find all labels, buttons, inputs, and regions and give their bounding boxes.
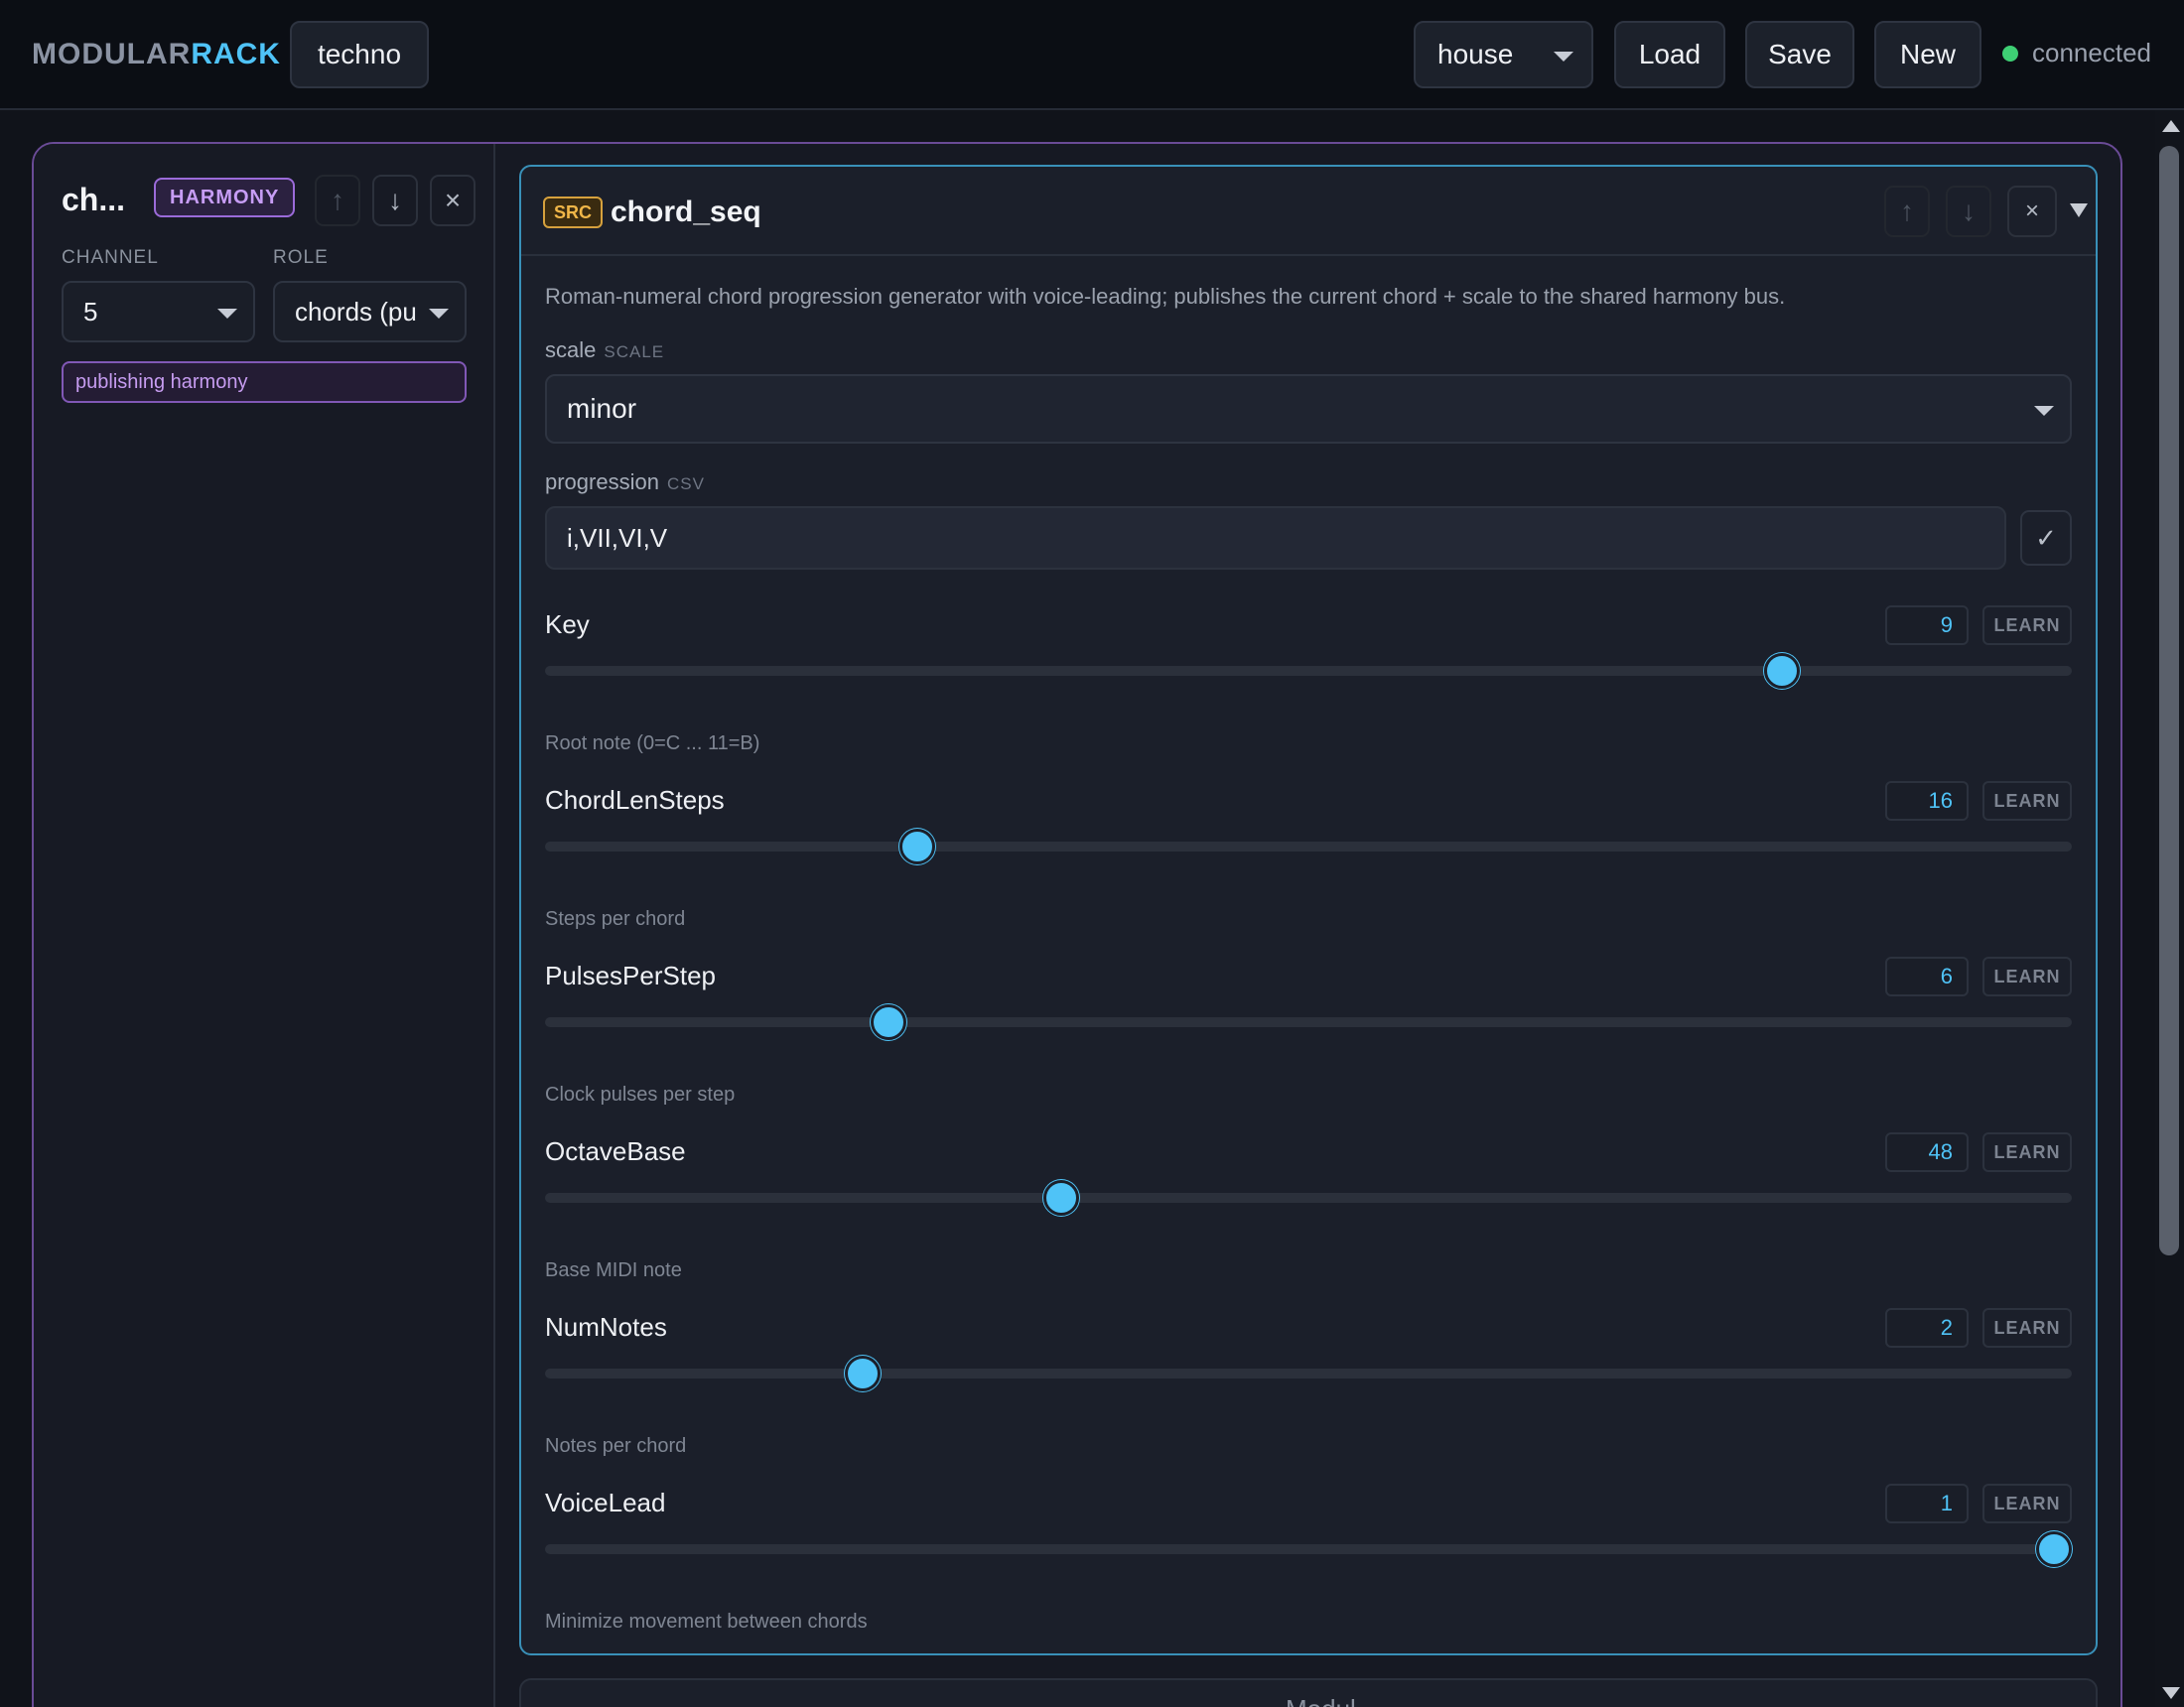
scroll-up-arrow-icon[interactable]	[2162, 120, 2180, 132]
module-title[interactable]: ch...	[62, 182, 125, 218]
scale-hint: SCALE	[604, 342, 665, 361]
next-module-card: Modul	[519, 1678, 2098, 1707]
collapse-toggle-icon[interactable]	[2070, 203, 2088, 217]
param-octavebase: OctaveBase 48 LEARN Base MIDI note	[521, 1132, 2096, 1305]
slider-thumb[interactable]	[844, 1356, 881, 1391]
param-name: VoiceLead	[545, 1488, 666, 1517]
param-value-input[interactable]: 2	[1885, 1308, 1969, 1348]
slider-track[interactable]	[545, 1017, 2072, 1027]
learn-button[interactable]: LEARN	[1982, 1132, 2072, 1172]
learn-button[interactable]: LEARN	[1982, 1484, 2072, 1523]
param-description: Steps per chord	[545, 908, 686, 930]
status-text: connected	[2032, 38, 2151, 67]
slider-thumb[interactable]	[2035, 1531, 2072, 1567]
chevron-down-icon	[217, 309, 237, 319]
scale-label-text: scale	[545, 337, 597, 362]
slider-thumb[interactable]	[1763, 653, 1800, 689]
save-button[interactable]: Save	[1745, 21, 1854, 88]
slider-track[interactable]	[545, 1193, 2072, 1203]
param-name: ChordLenSteps	[545, 785, 725, 815]
apply-progression-button[interactable]: ✓	[2020, 510, 2072, 566]
scale-select-value: minor	[567, 393, 637, 424]
param-chordlensteps: ChordLenSteps 16 LEARN Steps per chord	[521, 781, 2096, 954]
panel-close-button[interactable]: ×	[2007, 186, 2057, 237]
channel-select-value: 5	[83, 296, 98, 327]
param-description: Minimize movement between chords	[545, 1611, 868, 1633]
src-badge: SRC	[543, 197, 604, 228]
chord-seq-panel: SRC chord_seq ↑ ↓ × Roman-numeral chord …	[519, 165, 2098, 1655]
module-sidebar: ch... HARMONY ↑ ↓ × CHANNEL ROLE 5 chord…	[34, 144, 495, 1707]
param-value-input[interactable]: 48	[1885, 1132, 1969, 1172]
brand-rack: RACK	[191, 38, 281, 70]
new-button[interactable]: New	[1874, 21, 1981, 88]
learn-button[interactable]: LEARN	[1982, 957, 2072, 996]
progression-input[interactable]: i,VII,VI,V	[545, 506, 2006, 570]
status-dot-icon	[2002, 45, 2018, 62]
next-module-label: Modul	[1286, 1694, 1356, 1707]
brand-modular: MODULAR	[32, 38, 192, 70]
scroll-down-arrow-icon[interactable]	[2162, 1687, 2180, 1699]
module-card: ch... HARMONY ↑ ↓ × CHANNEL ROLE 5 chord…	[32, 142, 2122, 1707]
preset-select[interactable]: house	[1414, 21, 1593, 88]
learn-button[interactable]: LEARN	[1982, 781, 2072, 821]
param-name: OctaveBase	[545, 1136, 686, 1166]
slider-thumb[interactable]	[871, 1004, 907, 1040]
slider-track[interactable]	[545, 1544, 2072, 1554]
param-value-input[interactable]: 1	[1885, 1484, 1969, 1523]
learn-button[interactable]: LEARN	[1982, 1308, 2072, 1348]
param-voicelead: VoiceLead 1 LEARN Minimize movement between…	[521, 1484, 2096, 1653]
load-button[interactable]: Load	[1614, 21, 1725, 88]
move-down-button[interactable]: ↓	[372, 175, 418, 226]
param-value-input[interactable]: 16	[1885, 781, 1969, 821]
remove-module-button[interactable]: ×	[430, 175, 476, 226]
scale-select[interactable]: minor	[545, 374, 2072, 444]
param-name: PulsesPerStep	[545, 961, 716, 990]
param-name: NumNotes	[545, 1312, 667, 1342]
role-select-value: chords (pu	[295, 296, 417, 327]
scroll-thumb[interactable]	[2159, 146, 2179, 1255]
panel-title: chord_seq	[611, 196, 761, 228]
channel-label: CHANNEL	[62, 247, 159, 268]
role-label: ROLE	[273, 247, 329, 268]
param-value-input[interactable]: 6	[1885, 957, 1969, 996]
slider-thumb[interactable]	[1042, 1180, 1079, 1216]
top-bar: MODULARRACK techno house Load Save New c…	[0, 0, 2184, 110]
harmony-badge: HARMONY	[154, 178, 296, 217]
slider-track[interactable]	[545, 666, 2072, 676]
param-description: Clock pulses per step	[545, 1084, 736, 1106]
slider-track[interactable]	[545, 1369, 2072, 1379]
connection-status: connected	[2002, 38, 2151, 68]
move-up-button[interactable]: ↑	[315, 175, 360, 226]
chevron-down-icon	[429, 309, 449, 319]
scale-label: scale SCALE	[545, 337, 664, 363]
param-description: Base MIDI note	[545, 1259, 682, 1281]
panel-move-down-button[interactable]: ↓	[1946, 186, 1991, 237]
preset-select-value: house	[1437, 39, 1514, 69]
param-numnotes: NumNotes 2 LEARN Notes per chord	[521, 1308, 2096, 1481]
panel-header: SRC chord_seq ↑ ↓ ×	[521, 167, 2096, 256]
rack-name-button[interactable]: techno	[290, 21, 429, 88]
param-key: Key 9 LEARN Root note (0=C ... 11=B)	[521, 605, 2096, 778]
page-scrollbar[interactable]	[2155, 110, 2184, 1707]
role-select[interactable]: chords (pu	[273, 281, 467, 342]
param-description: Root note (0=C ... 11=B)	[545, 732, 760, 754]
progression-hint: CSV	[666, 474, 705, 493]
learn-button[interactable]: LEARN	[1982, 605, 2072, 645]
slider-thumb[interactable]	[899, 829, 936, 864]
chevron-down-icon	[1554, 52, 1573, 62]
slider-track[interactable]	[545, 842, 2072, 852]
publishing-harmony-badge: publishing harmony	[62, 361, 467, 403]
param-description: Notes per chord	[545, 1435, 687, 1457]
param-pulsesperstep: PulsesPerStep 6 LEARN Clock pulses per step	[521, 957, 2096, 1129]
app-logo: MODULARRACK	[32, 38, 281, 71]
panel-description: Roman-numeral chord progression generato…	[545, 284, 1786, 309]
param-value-input[interactable]: 9	[1885, 605, 1969, 645]
chevron-down-icon	[2034, 406, 2054, 416]
channel-select[interactable]: 5	[62, 281, 255, 342]
progression-label-text: progression	[545, 469, 659, 494]
param-name: Key	[545, 609, 590, 639]
progression-label: progression CSV	[545, 469, 705, 495]
panel-move-up-button[interactable]: ↑	[1884, 186, 1930, 237]
